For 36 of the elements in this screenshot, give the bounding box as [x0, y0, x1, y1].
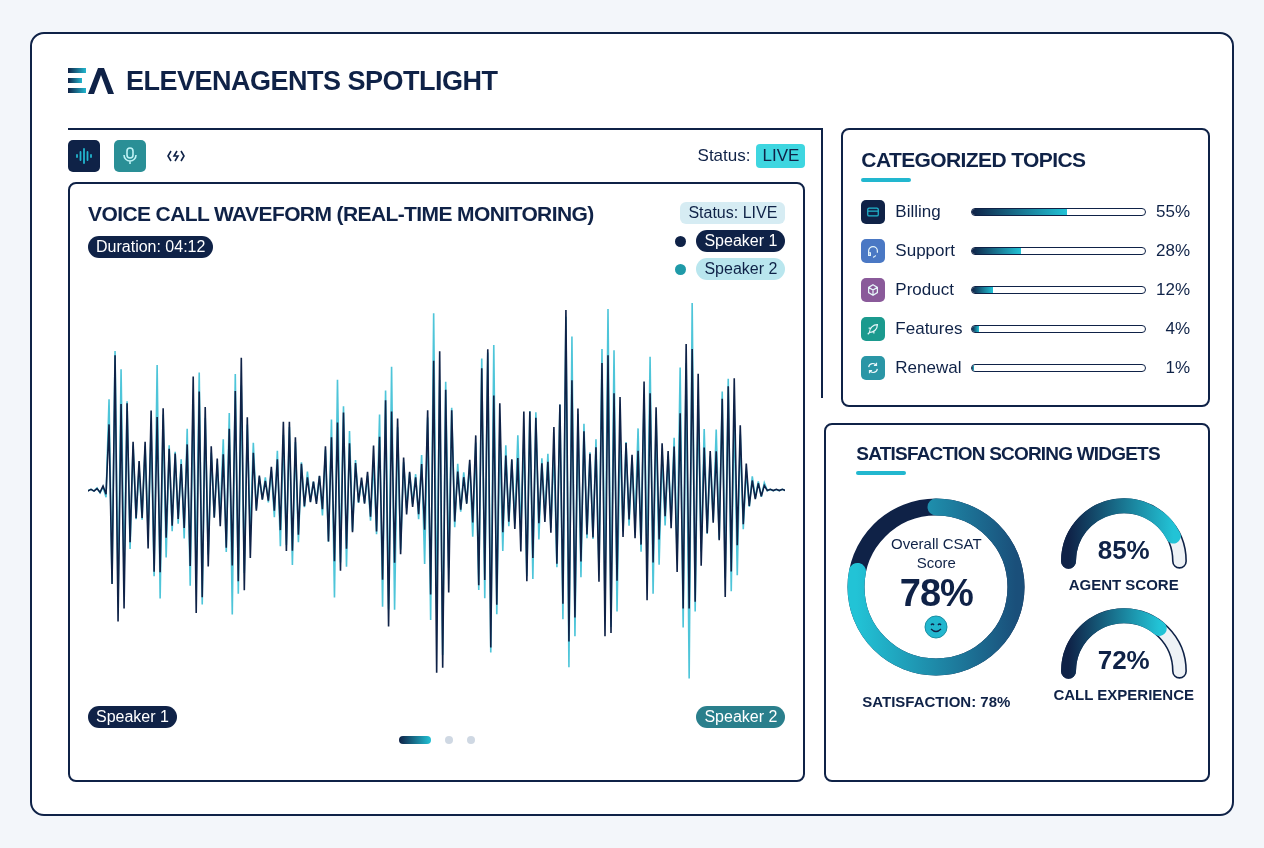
satisfaction-title: SATISFACTION SCORING WIDGETS — [856, 443, 1161, 465]
status-label: Status: — [697, 146, 751, 166]
page-indicator[interactable] — [398, 736, 431, 744]
topic-label: Product — [895, 279, 955, 300]
topic-percent: 28% — [1156, 240, 1190, 261]
topics-title: CATEGORIZED TOPICS — [861, 148, 1087, 172]
microphone-button[interactable] — [114, 140, 146, 172]
gauge-value: 72% — [1096, 645, 1151, 676]
topic-percent: 1% — [1164, 357, 1190, 378]
speaker-label: Speaker 2 — [696, 706, 786, 728]
status-badge: Status: LIVE — [680, 202, 786, 224]
live-badge: LIVE — [756, 144, 806, 168]
waveform-button[interactable] — [68, 140, 100, 172]
legend-label: Speaker 1 — [696, 230, 786, 252]
duration-badge: Duration: 04:12 — [88, 236, 214, 258]
legend-label: Speaker 2 — [696, 258, 786, 280]
topic-percent: 55% — [1156, 201, 1190, 222]
topic-label: Support — [895, 240, 956, 261]
waveform-icon — [74, 146, 94, 166]
logo-icon — [68, 66, 114, 96]
topic-percent: 12% — [1156, 279, 1190, 300]
csat-value: 78% — [899, 572, 973, 616]
gauge-label: AGENT SCORE — [1068, 576, 1179, 593]
topic-percent: 4% — [1164, 318, 1190, 339]
waveform-title: VOICE CALL WAVEFORM (REAL-TIME MONITORING) — [88, 202, 594, 226]
topic-label: Billing — [895, 201, 942, 222]
smiley-icon — [924, 615, 949, 640]
speaker-label: Speaker 1 — [88, 706, 177, 728]
topic-label: Features — [895, 318, 962, 339]
satisfaction-caption: SATISFACTION: 78% — [862, 693, 1011, 710]
microphone-icon — [120, 146, 140, 166]
gauge-label: CALL EXPERIENCE — [1053, 686, 1194, 703]
gauge-value: 85% — [1096, 535, 1151, 566]
topic-label: Renewal — [895, 357, 962, 378]
app-title: ELEVENAGENTS SPOTLIGHT — [126, 65, 498, 97]
csat-label: Overall CSAT Score — [890, 534, 983, 573]
